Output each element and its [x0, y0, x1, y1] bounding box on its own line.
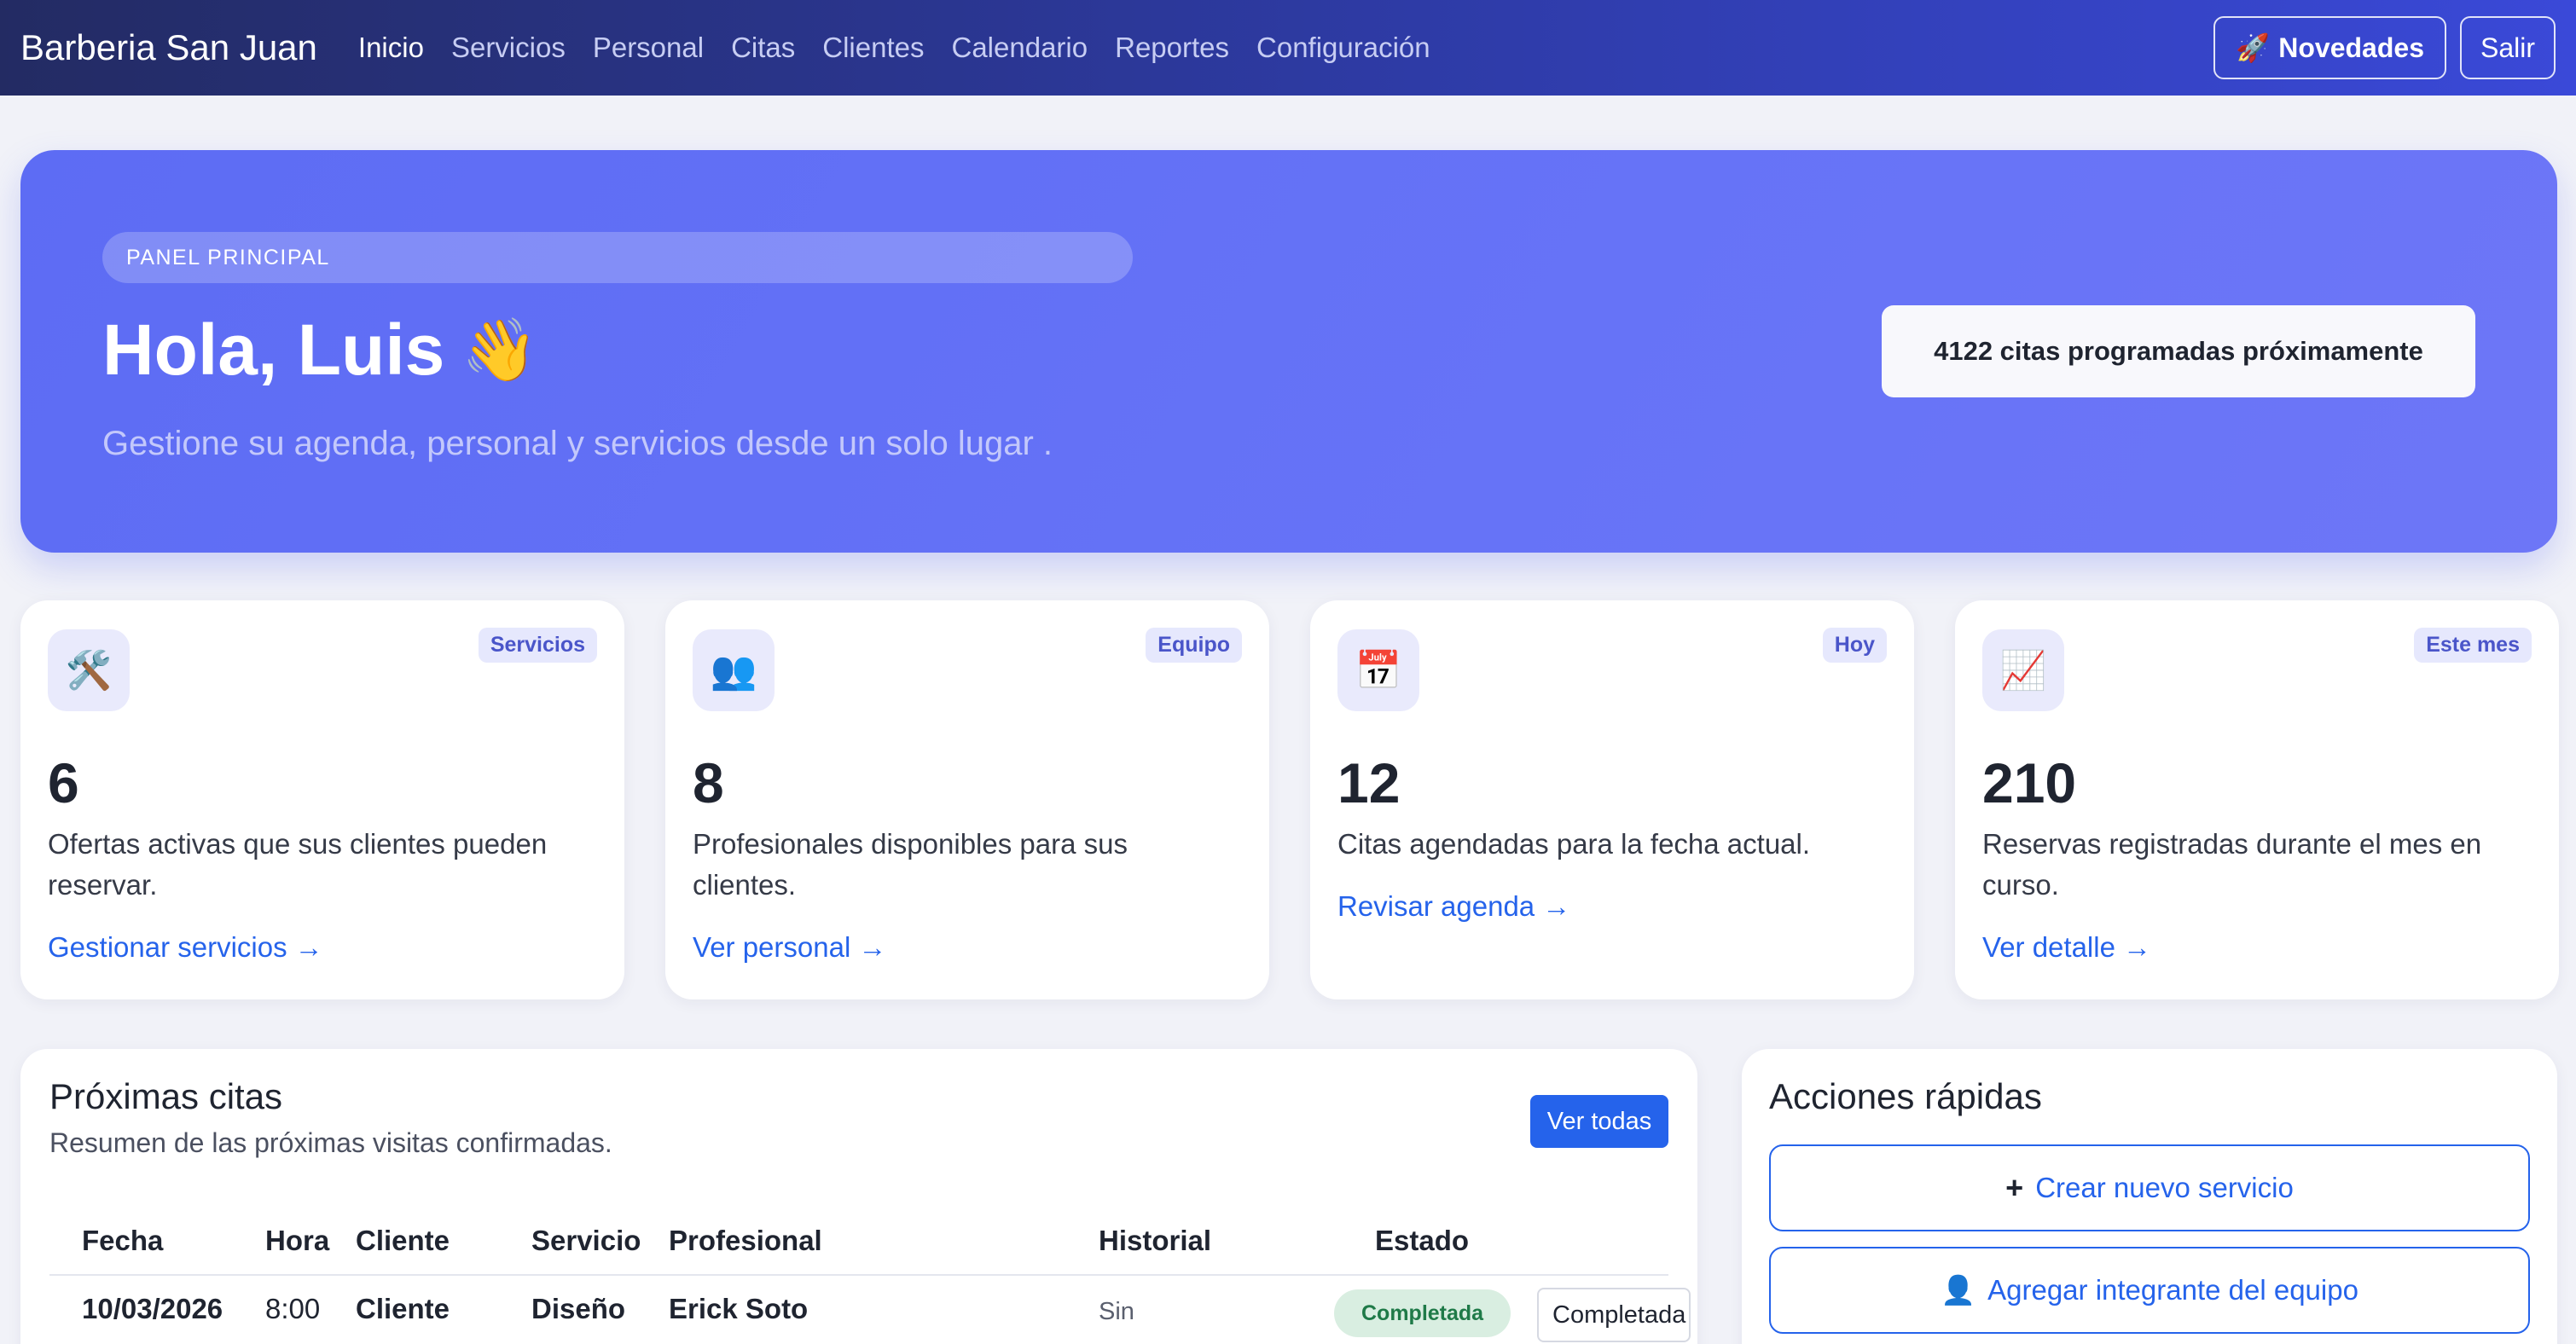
hero-banner: PANEL PRINCIPAL Hola, Luis 👋 Gestione su…	[20, 150, 2557, 553]
hero-subtitle: Gestione su agenda, personal y servicios…	[102, 425, 1053, 462]
plus-icon: +	[2005, 1170, 2024, 1205]
panel-title: Acciones rápidas	[1769, 1076, 2042, 1116]
upcoming-appointments-panel: Próximas citas Resumen de las próximas v…	[20, 1049, 1697, 1344]
team-icon: 👥	[693, 629, 775, 711]
stat-card-hoy: 📅 Hoy 12 Citas agendadas para la fecha a…	[1310, 600, 1914, 999]
view-all-button[interactable]: Ver todas	[1530, 1095, 1668, 1148]
stat-description: Profesionales disponibles para sus clien…	[693, 828, 1128, 901]
cell-hora: 8:00	[265, 1293, 321, 1324]
column-header: Fecha	[82, 1225, 164, 1256]
status-badge: Completada	[1334, 1289, 1511, 1337]
stat-value: 12	[1337, 751, 1401, 814]
tools-icon: 🛠️	[48, 629, 130, 711]
nav-link-personal[interactable]: Personal	[593, 32, 704, 64]
novedades-button[interactable]: 🚀 Novedades	[2213, 16, 2446, 79]
column-header: Cliente	[356, 1225, 450, 1256]
hero-tag: PANEL PRINCIPAL	[102, 232, 1133, 283]
nav-link-clientes[interactable]: Clientes	[822, 32, 924, 64]
column-header: Hora	[265, 1225, 330, 1256]
nav-links: Inicio Servicios Personal Citas Clientes…	[358, 32, 1430, 64]
button-label: Crear nuevo servicio	[2035, 1172, 2294, 1203]
create-service-button[interactable]: + Crear nuevo servicio	[1769, 1144, 2530, 1231]
button-label: Agregar integrante del equipo	[1987, 1274, 2358, 1306]
panel-subtitle: Resumen de las próximas visitas confirma…	[49, 1127, 612, 1158]
nav-link-citas[interactable]: Citas	[731, 32, 795, 64]
quick-actions-panel: Acciones rápidas + Crear nuevo servicio …	[1742, 1049, 2557, 1344]
stat-value: 8	[693, 751, 724, 814]
review-agenda-link[interactable]: Revisar agenda →	[1337, 890, 1570, 923]
manage-services-link[interactable]: Gestionar servicios →	[48, 931, 323, 964]
stat-description: Ofertas activas que sus clientes pueden …	[48, 828, 548, 901]
top-navbar: Barberia San Juan Inicio Servicios Perso…	[0, 0, 2576, 96]
panel-title: Próximas citas	[49, 1076, 283, 1116]
logout-button[interactable]: Salir	[2459, 16, 2556, 79]
column-header: Estado	[1375, 1225, 1470, 1256]
greeting-title: Hola, Luis 👋	[102, 309, 538, 391]
column-header: Profesional	[669, 1225, 822, 1256]
nav-link-servicios[interactable]: Servicios	[451, 32, 566, 64]
calendar-icon: 📅	[1337, 629, 1419, 711]
column-header: Historial	[1099, 1225, 1212, 1256]
stat-card-equipo: 👥 Equipo 8 Profesionales disponibles par…	[665, 600, 1269, 999]
cell-profesional: Erick Soto	[669, 1293, 809, 1324]
rocket-icon: 🚀	[2236, 32, 2271, 63]
user-icon: 👤	[1941, 1273, 1976, 1306]
stat-card-este-mes: 📈 Este mes 210 Reservas registradas dura…	[1955, 600, 2559, 999]
chart-icon: 📈	[1982, 629, 2064, 711]
cell-servicio: Diseño	[531, 1293, 626, 1324]
nav-link-configuracion[interactable]: Configuración	[1256, 32, 1430, 64]
stat-badge: Equipo	[1146, 628, 1242, 663]
cell-cliente: Cliente	[356, 1293, 450, 1324]
cell-historial: Sin	[1099, 1298, 1134, 1325]
upcoming-appointments-pill: 4122 citas programadas próximamente	[1882, 305, 2475, 397]
brand-name[interactable]: Barberia San Juan	[20, 27, 317, 68]
status-select[interactable]: Completada	[1537, 1288, 1691, 1342]
stat-value: 6	[48, 751, 79, 814]
nav-link-reportes[interactable]: Reportes	[1115, 32, 1229, 64]
table-row[interactable]: 10/03/2026 8:00 Cliente Diseño Erick Sot…	[49, 1276, 1691, 1344]
stat-description: Reservas registradas durante el mes en c…	[1982, 828, 2482, 901]
stat-badge: Servicios	[478, 628, 597, 663]
column-header: Servicio	[531, 1225, 641, 1256]
waving-hand-icon: 👋	[461, 316, 539, 385]
nav-link-inicio[interactable]: Inicio	[358, 32, 424, 64]
stat-badge: Este mes	[2414, 628, 2532, 663]
add-team-member-button[interactable]: 👤 Agregar integrante del equipo	[1769, 1247, 2530, 1334]
stat-card-servicios: 🛠️ Servicios 6 Ofertas activas que sus c…	[20, 600, 624, 999]
stat-value: 210	[1982, 751, 2077, 814]
table-header: Fecha Hora Cliente Servicio Profesional …	[49, 1219, 1668, 1276]
view-staff-link[interactable]: Ver personal →	[693, 931, 886, 964]
view-detail-link[interactable]: Ver detalle →	[1982, 931, 2151, 964]
stat-description: Citas agendadas para la fecha actual.	[1337, 828, 1811, 860]
greeting-text: Hola, Luis	[102, 310, 445, 390]
novedades-label: Novedades	[2278, 32, 2424, 63]
cell-fecha: 10/03/2026	[82, 1293, 223, 1324]
stat-badge: Hoy	[1822, 628, 1887, 663]
nav-actions: 🚀 Novedades Salir	[2213, 16, 2556, 79]
nav-link-calendario[interactable]: Calendario	[952, 32, 1088, 64]
